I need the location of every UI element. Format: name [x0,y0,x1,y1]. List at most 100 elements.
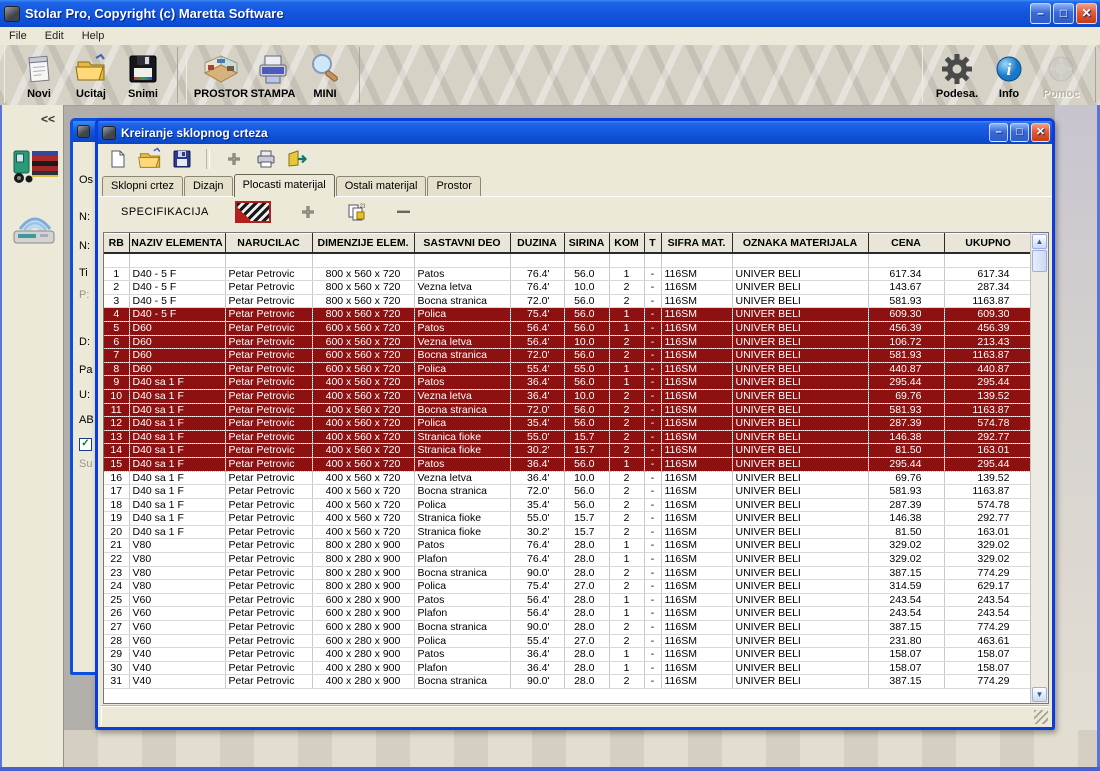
table-row[interactable]: 16D40 sa 1 FPetar Petrovic400 x 560 x 72… [104,471,1032,485]
save-icon[interactable] [170,148,194,170]
scrollbar-thumb[interactable] [1032,250,1047,272]
toolbar-button-snimi[interactable]: Snimi [117,47,169,101]
column-header[interactable]: NAZIV ELEMENTA [129,234,225,254]
table-row[interactable]: 27V60Petar Petrovic600 x 280 x 900Bocna … [104,621,1032,635]
cell: Petar Petrovic [225,321,312,335]
tab-sklopni-crtez[interactable]: Sklopni crtez [102,176,183,196]
cell: 1 [609,539,644,553]
cell: 213.43 [944,335,1032,349]
tab-dizajn[interactable]: Dizajn [184,176,233,196]
add-icon[interactable] [297,202,319,222]
cell: 600 x 280 x 900 [312,621,414,635]
table-row[interactable]: 12D40 sa 1 FPetar Petrovic400 x 560 x 72… [104,417,1032,431]
cell: 1 [609,457,644,471]
table-row[interactable]: 17D40 sa 1 FPetar Petrovic400 x 560 x 72… [104,485,1032,499]
cell: 600 x 280 x 900 [312,593,414,607]
column-header[interactable]: RB [104,234,129,254]
toolbar-button-novi[interactable]: Novi [13,47,65,101]
cell: 72.0' [510,485,564,499]
print-icon[interactable] [254,148,278,170]
table-row[interactable]: 2D40 - 5 FPetar Petrovic800 x 560 x 720V… [104,281,1032,295]
scroll-up-icon[interactable]: ▲ [1032,234,1047,249]
tab-plocasti-materijal[interactable]: Plocasti materijal [234,174,335,197]
column-header[interactable]: UKUPNO [944,234,1032,254]
tab-prostor[interactable]: Prostor [427,176,480,196]
column-header[interactable]: KOM [609,234,644,254]
table-row[interactable]: 20D40 sa 1 FPetar Petrovic400 x 560 x 72… [104,525,1032,539]
table-row[interactable]: 6D60Petar Petrovic600 x 560 x 720Vezna l… [104,335,1032,349]
table-row[interactable]: 28V60Petar Petrovic600 x 280 x 900Polica… [104,634,1032,648]
resize-grip[interactable] [1034,710,1048,724]
table-row[interactable]: 24V80Petar Petrovic800 x 280 x 900Polica… [104,580,1032,594]
table-row[interactable]: 14D40 sa 1 FPetar Petrovic400 x 560 x 72… [104,444,1032,458]
add-icon[interactable] [222,148,246,170]
minimize-button[interactable]: – [1030,3,1051,24]
exit-icon[interactable] [286,148,310,170]
copy-rows-icon[interactable]: 21 [345,202,367,222]
vertical-scrollbar[interactable]: ▲ ▼ [1030,233,1048,703]
table-row[interactable]: 30V40Petar Petrovic400 x 280 x 900Plafon… [104,661,1032,675]
checkbox[interactable]: ✓ [79,438,92,451]
table-row[interactable]: 11D40 sa 1 FPetar Petrovic400 x 560 x 72… [104,403,1032,417]
cell: Petar Petrovic [225,675,312,689]
table-row[interactable]: 22V80Petar Petrovic800 x 280 x 900Plafon… [104,553,1032,567]
toolbar-button-mini[interactable]: MINI [299,47,351,101]
tab-ostali-materijal[interactable]: Ostali materijal [336,176,427,196]
table-row[interactable]: 26V60Petar Petrovic600 x 280 x 900Plafon… [104,607,1032,621]
dialog-toolbar [98,144,1052,174]
table-row[interactable]: 13D40 sa 1 FPetar Petrovic400 x 560 x 72… [104,430,1032,444]
table-row[interactable]: 9D40 sa 1 FPetar Petrovic400 x 560 x 720… [104,376,1032,390]
table-row[interactable]: 19D40 sa 1 FPetar Petrovic400 x 560 x 72… [104,512,1032,526]
cell: 116SM [661,539,732,553]
column-header[interactable]: SIFRA MAT. [661,234,732,254]
new-document-icon[interactable] [106,148,130,170]
table-row[interactable]: 25V60Petar Petrovic600 x 280 x 900Patos5… [104,593,1032,607]
toolbar-button-ucitaj[interactable]: Ucitaj [65,47,117,101]
dialog-titlebar[interactable]: Kreiranje sklopnog crteza – □ ✕ [98,121,1052,144]
column-header[interactable]: CENA [868,234,944,254]
column-header[interactable]: NARUCILAC [225,234,312,254]
menu-item-help[interactable]: Help [73,30,114,42]
menu-item-file[interactable]: File [0,30,36,42]
open-folder-icon[interactable] [138,148,162,170]
column-header[interactable]: SASTAVNI DEO [414,234,510,254]
remove-icon[interactable] [393,202,415,222]
cell: 1163.87 [944,403,1032,417]
toolbar-button-stampa[interactable]: STAMPA [247,47,299,101]
material-hatch-icon[interactable] [235,201,271,223]
table-row[interactable]: 10D40 sa 1 FPetar Petrovic400 x 560 x 72… [104,389,1032,403]
scroll-down-icon[interactable]: ▼ [1032,687,1047,702]
table-row[interactable]: 4D40 - 5 FPetar Petrovic800 x 560 x 720P… [104,308,1032,322]
sidebar-collapse-button[interactable]: << [37,111,59,127]
table-row[interactable]: 5D60Petar Petrovic600 x 560 x 720Patos56… [104,321,1032,335]
toolbar-button-prostor[interactable]: PROSTOR [195,47,247,101]
dialog-minimize-button[interactable]: – [989,123,1008,142]
cell: 2 [609,444,644,458]
table-row[interactable]: 18D40 sa 1 FPetar Petrovic400 x 560 x 72… [104,498,1032,512]
table-row[interactable]: 1D40 - 5 FPetar Petrovic800 x 560 x 720P… [104,267,1032,281]
dialog-maximize-button[interactable]: □ [1010,123,1029,142]
forklift-icon[interactable] [10,143,60,196]
column-header[interactable]: T [644,234,661,254]
column-header[interactable]: DUZINA [510,234,564,254]
maximize-button[interactable]: □ [1053,3,1074,24]
toolbar-button-info[interactable]: iInfo [983,47,1035,101]
column-header[interactable]: OZNAKA MATERIJALA [732,234,868,254]
toolbar-button-podesa[interactable]: Podesa. [931,47,983,101]
table-row[interactable]: 15D40 sa 1 FPetar Petrovic400 x 560 x 72… [104,457,1032,471]
close-button[interactable]: ✕ [1076,3,1097,24]
column-header[interactable]: DIMENZIJE ELEM. [312,234,414,254]
table-row[interactable]: 31V40Petar Petrovic400 x 280 x 900Bocna … [104,675,1032,689]
table-row[interactable]: 29V40Petar Petrovic400 x 280 x 900Patos3… [104,648,1032,662]
table-row[interactable]: 23V80Petar Petrovic800 x 280 x 900Bocna … [104,566,1032,580]
table-row[interactable]: 7D60Petar Petrovic600 x 560 x 720Bocna s… [104,349,1032,363]
table-row[interactable]: 8D60Petar Petrovic600 x 560 x 720Polica5… [104,362,1032,376]
cell: 28.0 [564,593,609,607]
column-header[interactable]: SIRINA [564,234,609,254]
menu-item-edit[interactable]: Edit [36,30,73,42]
scanner-icon[interactable] [10,207,60,256]
table-row[interactable]: 21V80Petar Petrovic800 x 280 x 900Patos7… [104,539,1032,553]
dialog-close-button[interactable]: ✕ [1031,123,1050,142]
table-row[interactable]: 3D40 - 5 FPetar Petrovic800 x 560 x 720B… [104,294,1032,308]
cell: 72.0' [510,403,564,417]
